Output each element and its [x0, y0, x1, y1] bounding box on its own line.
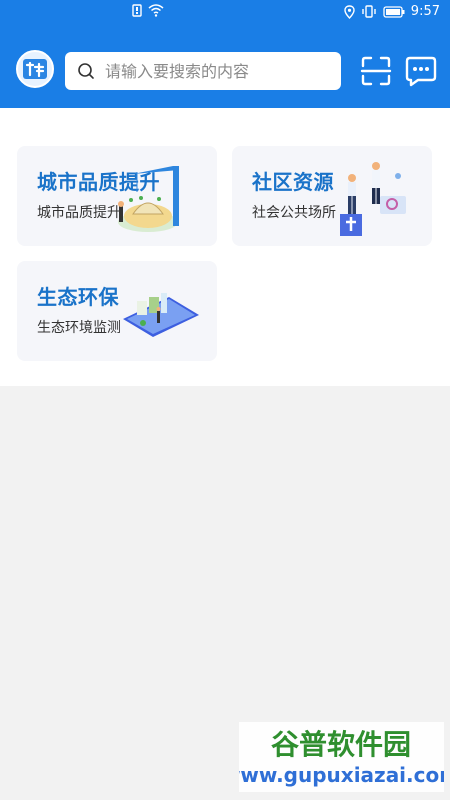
card-subtitle: 生态环境监测 — [37, 320, 121, 336]
doctors-illustration-icon — [340, 162, 406, 236]
crane-illustration-icon — [118, 166, 179, 232]
card-title: 社区资源 — [252, 170, 334, 194]
vibrate-icon — [362, 5, 376, 18]
card-title: 生态环保 — [37, 285, 119, 309]
card-subtitle: 社会公共场所 — [252, 205, 336, 221]
tablet-illustration-icon — [123, 293, 199, 337]
app-logo[interactable] — [16, 50, 54, 88]
card-subtitle: 城市品质提升 — [37, 205, 121, 221]
search-input[interactable] — [105, 61, 341, 81]
status-left — [132, 4, 164, 17]
status-bar: 9:57 — [0, 0, 450, 26]
search-bar[interactable] — [65, 52, 341, 90]
message-icon — [405, 56, 437, 87]
watermark-url: www.gupuxiazai.com — [239, 763, 444, 787]
status-time: 9:57 — [410, 4, 440, 19]
watermark: 谷普软件园 www.gupuxiazai.com — [222, 722, 450, 792]
message-button[interactable] — [404, 54, 438, 88]
watermark-logo: 谷普软件园 www.gupuxiazai.com — [222, 722, 450, 792]
battery-icon — [383, 5, 405, 18]
status-right: 9:57 — [344, 4, 440, 19]
card-city-quality[interactable]: 城市品质提升 城市品质提升 — [17, 146, 217, 246]
card-community-resources[interactable]: 社区资源 社会公共场所 — [232, 146, 432, 246]
location-icon — [344, 4, 355, 19]
sim-icon — [132, 4, 142, 17]
wifi-icon — [148, 4, 164, 17]
card-ecology[interactable]: 生态环保 生态环境监测 — [17, 261, 217, 361]
scan-button[interactable] — [359, 54, 393, 88]
search-icon — [78, 63, 94, 79]
app-logo-icon — [23, 59, 47, 79]
scan-icon — [360, 56, 392, 86]
watermark-title: 谷普软件园 — [271, 728, 411, 761]
